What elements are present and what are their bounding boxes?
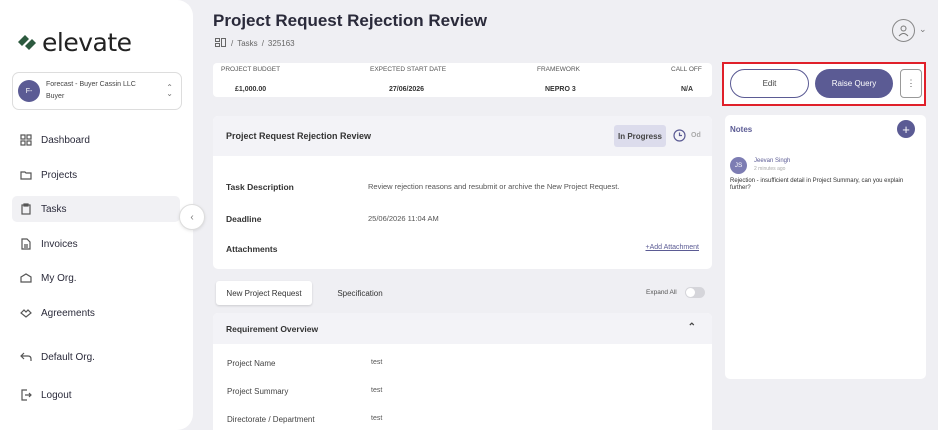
task-header: Project Request Rejection Review — [226, 131, 372, 141]
more-options-button[interactable]: ⋮ — [900, 69, 922, 98]
tab-new-project-request[interactable]: New Project Request — [216, 281, 312, 305]
add-note-button[interactable]: + — [897, 120, 915, 138]
raise-query-button[interactable]: Raise Query — [815, 69, 893, 98]
requirement-overview-header[interactable]: Requirement Overview ⌃ — [213, 313, 712, 344]
note-author: Jeevan Singh — [754, 158, 791, 164]
expand-all-toggle[interactable] — [685, 287, 705, 298]
sidebar-item-my-org[interactable]: My Org. — [12, 265, 180, 291]
dashboard-icon — [19, 133, 33, 147]
sidebar-item-label: Projects — [41, 169, 78, 181]
deadline-label: Deadline — [226, 214, 262, 224]
notes-title: Notes — [730, 125, 753, 134]
calloff-value: N/A — [681, 86, 694, 93]
start-date-value: 27/06/2026 — [389, 86, 425, 93]
requirement-overview-card: Requirement Overview ⌃ Project Name test… — [213, 313, 712, 430]
action-bar: Edit Raise Query ⋮ — [722, 62, 926, 106]
clock-icon — [673, 129, 686, 142]
expand-all-label: Expand All — [646, 289, 677, 296]
notes-panel: Notes + JS Jeevan Singh 2 minutes ago Re… — [725, 115, 926, 379]
sidebar-item-projects[interactable]: Projects — [12, 162, 180, 188]
clipboard-icon — [19, 202, 33, 216]
note-avatar: JS — [730, 157, 747, 174]
dashboard-icon[interactable] — [215, 38, 227, 49]
task-description-value: Review rejection reasons and resubmit or… — [368, 182, 620, 191]
sidebar-item-default-org[interactable]: Default Org. — [12, 344, 180, 370]
back-arrow-icon — [19, 350, 33, 364]
project-name-value: test — [371, 359, 383, 366]
breadcrumb-tasks[interactable]: Tasks — [237, 39, 257, 48]
breadcrumb-task-id: 325163 — [267, 39, 295, 48]
project-name-label: Project Name — [227, 359, 276, 368]
framework-value: NEPRO 3 — [545, 86, 576, 93]
sidebar-collapse-button[interactable]: ‹ — [179, 204, 205, 230]
logo-text: elevate — [42, 28, 132, 57]
org-name: Forecast - Buyer Cassin LLC — [46, 81, 136, 88]
task-card: Project Request Rejection Review In Prog… — [213, 116, 712, 269]
framework-label: FRAMEWORK — [537, 66, 580, 73]
logo[interactable]: elevate — [15, 28, 132, 57]
building-icon — [19, 271, 33, 285]
sidebar-item-invoices[interactable]: Invoices — [12, 231, 180, 257]
file-icon — [19, 237, 33, 251]
calloff-label: CALL OFF — [671, 66, 702, 73]
deadline-value: 25/06/2026 11:04 AM — [368, 214, 439, 223]
org-avatar: F- — [18, 80, 40, 102]
sidebar-item-label: Agreements — [41, 307, 95, 319]
budget-value: £1,000.00 — [235, 86, 267, 93]
overdue-label: Od — [691, 132, 701, 139]
budget-summary: PROJECT BUDGET £1,000.00 EXPECTED START … — [213, 63, 712, 97]
sidebar-item-label: Tasks — [41, 203, 67, 215]
handshake-icon — [19, 306, 33, 320]
project-summary-value: test — [371, 387, 383, 394]
start-date-label: EXPECTED START DATE — [370, 66, 447, 73]
tab-specification[interactable]: Specification — [323, 281, 397, 305]
folder-icon — [19, 168, 33, 182]
breadcrumb: / Tasks / 325163 — [215, 38, 299, 49]
sidebar-item-label: Invoices — [41, 238, 78, 250]
logout-icon — [19, 388, 33, 402]
sidebar-item-tasks[interactable]: Tasks — [12, 196, 180, 222]
attachments-label: Attachments — [226, 244, 278, 254]
budget-label: PROJECT BUDGET — [221, 66, 281, 73]
tabs: New Project Request Specification Expand… — [213, 281, 712, 306]
status-badge: In Progress — [614, 125, 666, 147]
chevron-left-icon: ‹ — [190, 211, 194, 223]
logo-mark-icon — [18, 34, 36, 50]
sidebar-item-label: Default Org. — [41, 351, 95, 363]
sidebar-item-agreements[interactable]: Agreements — [12, 300, 180, 326]
sidebar-item-dashboard[interactable]: Dashboard — [12, 127, 180, 153]
directorate-value: test — [371, 415, 383, 422]
sidebar-item-label: My Org. — [41, 272, 77, 284]
directorate-label: Directorate / Department — [227, 415, 315, 424]
page-title: Project Request Rejection Review — [213, 11, 487, 30]
sidebar-item-label: Logout — [41, 389, 72, 401]
project-summary-label: Project Summary — [227, 387, 289, 396]
sidebar-item-label: Dashboard — [41, 134, 90, 146]
user-icon — [898, 25, 909, 37]
org-selector[interactable]: F- Forecast - Buyer Cassin LLC Buyer ⌃ ⌄ — [12, 72, 182, 110]
add-attachment-link[interactable]: +Add Attachment — [645, 244, 699, 251]
chevron-down-icon[interactable]: ⌄ — [919, 24, 927, 35]
note-text: Rejection - insufficient detail in Proje… — [730, 178, 904, 191]
plus-icon: + — [902, 121, 910, 137]
task-description-label: Task Description — [226, 182, 294, 192]
note-time: 2 minutes ago — [754, 166, 786, 172]
chevron-up-icon[interactable]: ⌃ — [688, 322, 696, 333]
user-avatar-button[interactable] — [892, 19, 915, 42]
org-role: Buyer — [46, 93, 65, 100]
chevron-updown-icon: ⌃ ⌄ — [166, 83, 173, 98]
edit-button[interactable]: Edit — [730, 69, 809, 98]
sidebar: elevate F- Forecast - Buyer Cassin LLC B… — [0, 0, 193, 430]
sidebar-item-logout[interactable]: Logout — [12, 382, 180, 408]
requirement-overview-title: Requirement Overview — [226, 323, 319, 334]
